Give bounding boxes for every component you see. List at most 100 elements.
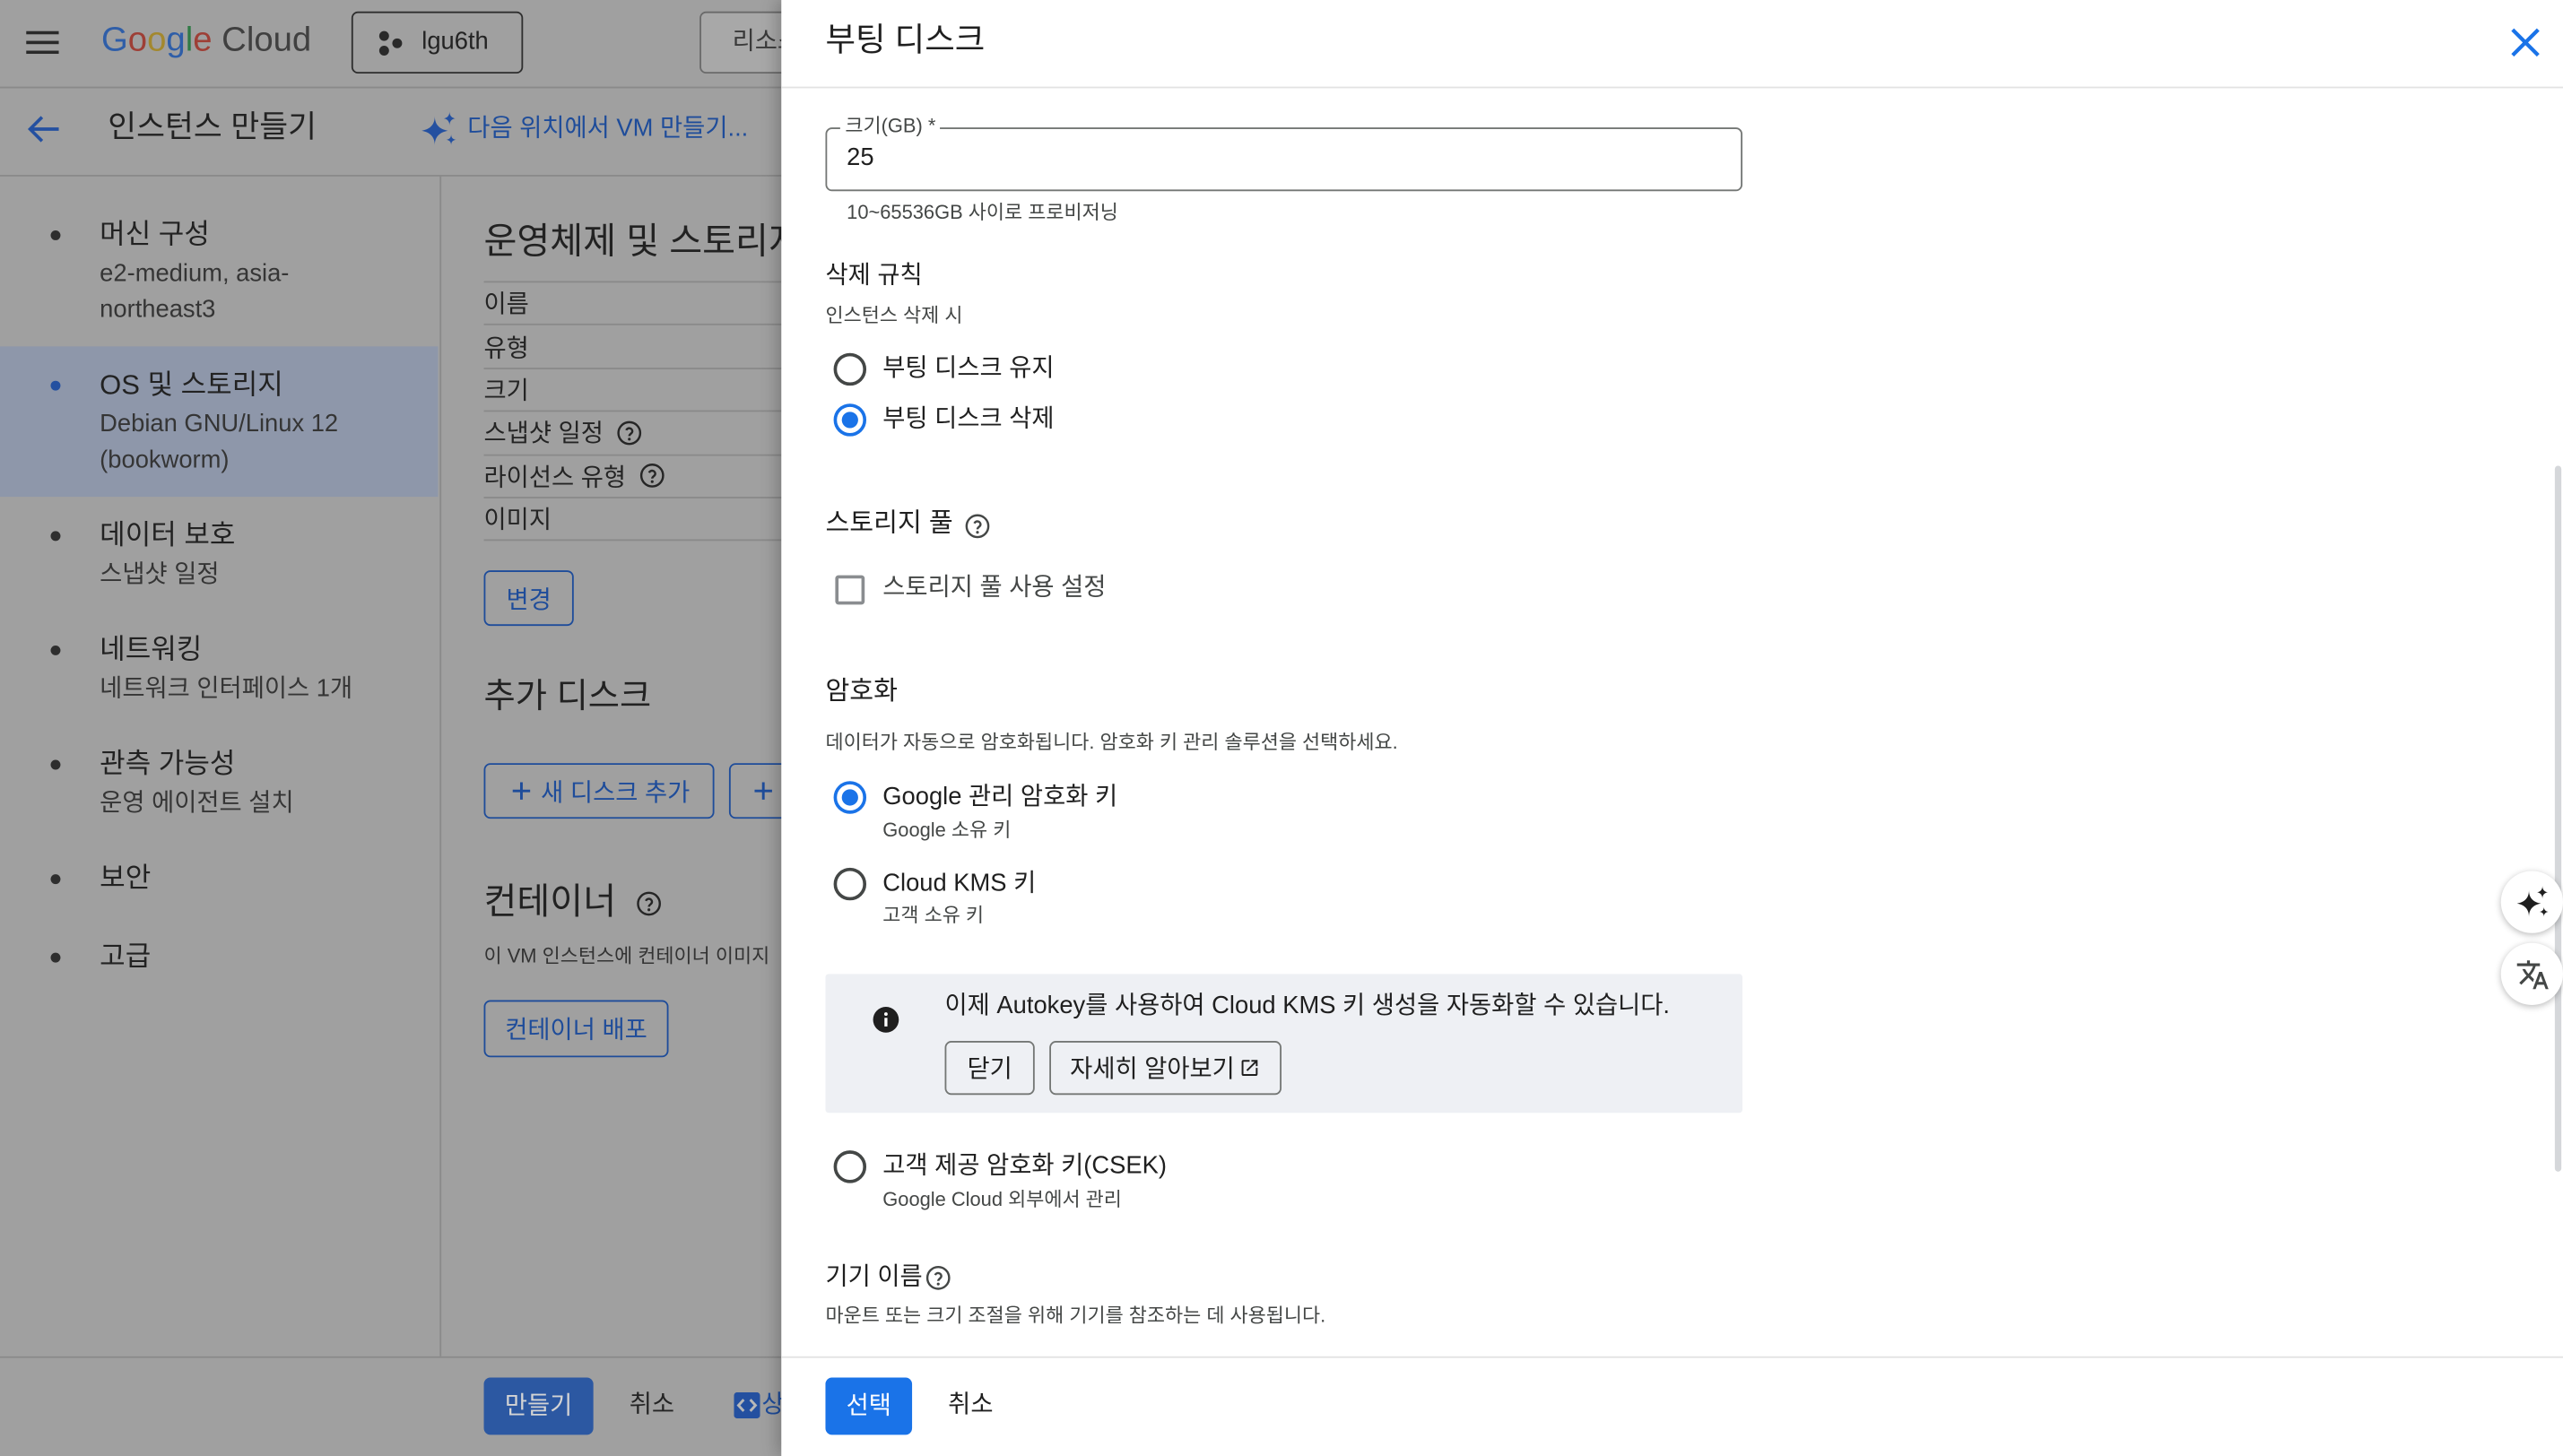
hamburger-menu-icon [26, 30, 59, 55]
radio-label[interactable]: 부팅 디스크 삭제 [882, 403, 1054, 436]
container-heading: 컨테이너 [483, 880, 617, 923]
back-button[interactable] [26, 113, 59, 145]
close-panel-button[interactable] [2509, 26, 2541, 58]
device-name-description: 마운트 또는 크기 조절을 위해 기기를 참조하는 데 사용됩니다. [825, 1304, 1326, 1328]
nav-item-title: 머신 구성 [100, 219, 210, 250]
cancel-panel-button[interactable]: 취소 [948, 1389, 993, 1421]
plus-icon [754, 782, 772, 800]
deletion-rule-subheading: 인스턴스 삭제 시 [825, 304, 963, 327]
button-label: 만들기 [504, 1391, 573, 1420]
help-icon[interactable] [639, 463, 665, 489]
select-button[interactable]: 선택 [825, 1377, 913, 1435]
nav-bullet [50, 759, 61, 770]
checkbox-label[interactable]: 스토리지 풀 사용 설정 [882, 572, 1106, 604]
container-description: 이 VM 인스턴스에 컨테이너 이미지 [483, 944, 770, 968]
row-label: 라이선스 유형 [483, 464, 627, 492]
nav-item-machine-config[interactable]: 머신 구성 e2-medium, asia-northeast3 [0, 196, 438, 347]
nav-item-advanced[interactable]: 고급 [0, 918, 438, 996]
learn-more-button[interactable]: 자세히 알아보기 [1049, 1041, 1282, 1096]
encryption-description: 데이터가 자동으로 암호화됩니다. 암호화 키 관리 솔루션을 선택하세요. [825, 730, 1398, 754]
row-label: 스냅샷 일정 [483, 420, 604, 449]
change-boot-disk-button[interactable]: 변경 [483, 570, 574, 627]
disk-size-input[interactable]: 크기(GB) * 25 [825, 114, 1743, 192]
create-button[interactable]: 만들기 [483, 1377, 594, 1435]
help-icon[interactable] [925, 1265, 951, 1291]
translate-button[interactable] [2500, 942, 2563, 1005]
logo-letter: e [193, 21, 213, 59]
nav-item-observability[interactable]: 관측 가능성 운영 에이전트 설치 [0, 725, 438, 840]
main-menu-button[interactable] [26, 30, 59, 55]
project-name: lgu6th [421, 27, 489, 56]
nav-item-title: 고급 [100, 940, 152, 973]
nav-bullet [50, 380, 61, 391]
button-label: 선택 [846, 1391, 891, 1420]
row-label: 크기 [483, 377, 529, 405]
row-label: 이름 [483, 290, 529, 319]
panel-title: 부팅 디스크 [825, 22, 986, 59]
logo-google-wordmark: Google [101, 22, 213, 59]
arrow-back-icon [27, 116, 59, 143]
radio-keep-boot-disk[interactable] [833, 352, 867, 386]
panel-scrollbar-thumb[interactable] [2554, 465, 2562, 1172]
info-icon [873, 1007, 899, 1033]
nav-item-data-protection[interactable]: 데이터 보호 스냅샷 일정 [0, 497, 438, 611]
os-storage-heading: 운영체제 및 스토리지 [483, 221, 802, 262]
radio-customer-supplied-key[interactable] [833, 1150, 867, 1183]
nav-item-security[interactable]: 보안 [0, 840, 438, 918]
dismiss-banner-button[interactable]: 닫기 [944, 1041, 1035, 1096]
sparkle-icon [2516, 885, 2549, 917]
radio-sublabel: 고객 소유 키 [882, 903, 985, 927]
radio-delete-boot-disk[interactable] [833, 403, 867, 437]
disk-size-value: 25 [847, 143, 874, 172]
nav-item-subtitle: 운영 에이전트 설치 [100, 789, 294, 818]
nav-item-networking[interactable]: 네트워킹 네트워크 인터페이스 1개 [0, 611, 438, 726]
radio-google-managed-key[interactable] [833, 781, 867, 814]
add-new-disk-button[interactable]: 새 디스크 추가 [483, 763, 715, 819]
additional-disks-heading: 추가 디스크 [483, 678, 652, 716]
radio-cloud-kms-key[interactable] [833, 867, 867, 901]
logo-letter: G [101, 21, 128, 59]
logo-letter: o [127, 21, 148, 59]
nav-bullet [50, 230, 61, 240]
ai-create-vm-link-icon-wrap[interactable] [419, 109, 458, 149]
disk-size-label: 크기(GB) * [839, 114, 941, 138]
sparkle-icon [421, 110, 456, 146]
help-icon[interactable] [636, 890, 662, 916]
code-icon[interactable] [734, 1391, 760, 1419]
divider [781, 86, 2563, 89]
button-label: 새 디스크 추가 [541, 778, 691, 807]
help-icon[interactable] [964, 513, 990, 539]
deploy-container-button[interactable]: 컨테이너 배포 [483, 1000, 669, 1058]
step-nav: 머신 구성 e2-medium, asia-northeast3 OS 및 스토… [0, 196, 439, 997]
divider [439, 175, 442, 1356]
boot-disk-panel: 부팅 디스크 크기(GB) * 25 10~65536GB 사이로 프로비저닝 … [781, 0, 2563, 1456]
google-cloud-logo[interactable]: Google Cloud [101, 18, 311, 64]
logo-letter: l [185, 21, 194, 59]
radio-label[interactable]: 부팅 디스크 유지 [882, 353, 1054, 386]
cancel-create-button[interactable]: 취소 [630, 1389, 674, 1421]
open-in-new-icon [1242, 1060, 1259, 1077]
autokey-info-banner: 이제 Autokey를 사용하여 Cloud KMS 키 생성을 자동화할 수 … [825, 974, 1743, 1114]
help-icon[interactable] [616, 420, 642, 446]
logo-letter: g [166, 21, 186, 59]
button-label: 닫기 [967, 1055, 1012, 1084]
info-banner-text: 이제 Autokey를 사용하여 Cloud KMS 키 생성을 자동화할 수 … [944, 992, 1671, 1020]
nav-item-subtitle: e2-medium, asia-northeast3 [100, 259, 290, 324]
nav-item-subtitle: 네트워크 인터페이스 1개 [100, 674, 353, 703]
radio-label[interactable]: Cloud KMS 키 [882, 868, 1036, 900]
nav-bullet [50, 645, 61, 655]
gemini-assist-button[interactable] [2500, 871, 2563, 933]
button-label: 자세히 알아보기 [1070, 1055, 1235, 1084]
row-label: 유형 [483, 334, 529, 362]
project-picker-button[interactable]: lgu6th [351, 11, 524, 74]
nav-bullet [50, 952, 61, 963]
logo-cloud-wordmark: Cloud [222, 21, 312, 59]
storage-pool-checkbox[interactable] [835, 575, 865, 605]
nav-item-os-storage[interactable]: OS 및 스토리지 Debian GNU/Linux 12 (bookworm) [0, 346, 439, 498]
radio-label[interactable]: 고객 제공 암호화 키(CSEK) [882, 1150, 1167, 1183]
storage-pool-heading: 스토리지 풀 [825, 509, 953, 538]
disk-size-helper: 10~65536GB 사이로 프로비저닝 [847, 201, 1118, 224]
radio-label[interactable]: Google 관리 암호화 키 [882, 781, 1117, 813]
deletion-rule-heading: 삭제 규칙 [825, 261, 923, 290]
ai-create-vm-link[interactable]: 다음 위치에서 VM 만들기... [467, 113, 748, 145]
